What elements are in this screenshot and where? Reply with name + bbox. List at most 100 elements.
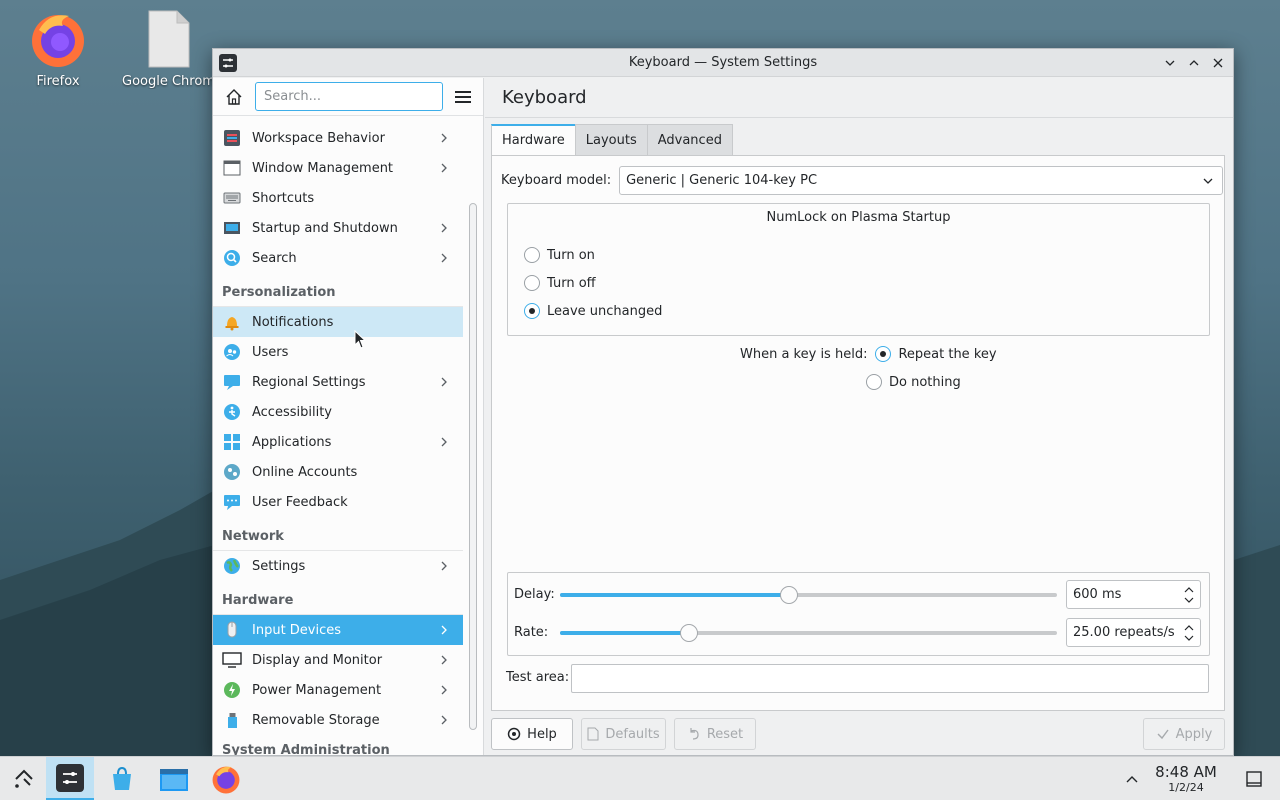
sidebar-item-label: Shortcuts: [252, 190, 315, 206]
system-settings-icon: [56, 763, 84, 792]
radio-label: Repeat the key: [898, 346, 997, 362]
defaults-button[interactable]: Defaults: [581, 718, 666, 750]
close-icon[interactable]: [1209, 54, 1227, 72]
sidebar-item-users[interactable]: Users: [213, 337, 463, 367]
applications-icon: [222, 432, 242, 452]
section-header-personalization: Personalization: [213, 273, 463, 307]
chevron-right-icon: [441, 715, 447, 725]
sidebar-item-label: Search: [252, 250, 297, 266]
numlock-turn-off-radio[interactable]: Turn off: [524, 275, 596, 291]
sidebar-item-label: Startup and Shutdown: [252, 220, 398, 236]
desktop-icon-firefox[interactable]: Firefox: [8, 8, 108, 89]
sidebar-item-power-management[interactable]: Power Management: [213, 675, 463, 705]
sidebar-item-online-accounts[interactable]: Online Accounts: [213, 457, 463, 487]
taskbar-file-manager[interactable]: [150, 757, 198, 800]
spin-arrows-icon[interactable]: [1183, 584, 1195, 606]
spin-arrows-icon[interactable]: [1183, 622, 1195, 644]
taskbar-system-settings[interactable]: [46, 757, 94, 800]
sidebar-item-search[interactable]: Search: [213, 243, 463, 273]
sidebar: Workspace Behavior Window Management Sho…: [213, 78, 484, 755]
tab-layouts[interactable]: Layouts: [574, 124, 648, 155]
taskbar-firefox[interactable]: [202, 757, 250, 800]
rate-spinbox[interactable]: 25.00 repeats/s: [1066, 618, 1201, 647]
minimize-icon[interactable]: [1161, 54, 1179, 72]
workspace-icon: [222, 128, 242, 148]
keyboard-model-label: Keyboard model:: [501, 173, 612, 188]
sidebar-item-removable-storage[interactable]: Removable Storage: [213, 705, 463, 735]
sidebar-item-workspace-behavior[interactable]: Workspace Behavior: [213, 123, 463, 153]
radio-button[interactable]: [524, 303, 540, 319]
folder-icon: [160, 769, 188, 791]
test-area-input[interactable]: [571, 664, 1209, 693]
delay-spinbox[interactable]: 600 ms: [1066, 580, 1201, 609]
users-icon: [222, 342, 242, 362]
digital-clock[interactable]: 8:48 AM 1/2/24: [1146, 763, 1226, 794]
clock-date: 1/2/24: [1168, 781, 1204, 794]
titlebar[interactable]: Keyboard — System Settings: [213, 49, 1233, 77]
search-input[interactable]: [255, 82, 443, 111]
sidebar-item-input-devices[interactable]: Input Devices: [213, 615, 463, 645]
delay-slider-handle[interactable]: [779, 586, 798, 604]
sidebar-item-display-monitor[interactable]: Display and Monitor: [213, 645, 463, 675]
test-area-label: Test area:: [506, 670, 570, 685]
apply-button[interactable]: Apply: [1143, 718, 1225, 750]
system-settings-window: Keyboard — System Settings Workspace Beh…: [212, 48, 1234, 756]
sidebar-item-shortcuts[interactable]: Shortcuts: [213, 183, 463, 213]
repeat-key-radio[interactable]: [875, 346, 892, 362]
sidebar-scrollbar[interactable]: [469, 203, 477, 730]
home-icon[interactable]: [223, 86, 245, 108]
tab-advanced[interactable]: Advanced: [646, 124, 733, 155]
desktop-icon-label: Google Chrome: [122, 74, 216, 89]
reset-button[interactable]: Reset: [674, 718, 756, 750]
show-desktop-icon[interactable]: [1232, 757, 1276, 800]
numlock-leave-unchanged-radio[interactable]: Leave unchanged: [524, 303, 662, 319]
reset-button-label: Reset: [706, 726, 744, 742]
sidebar-item-accessibility[interactable]: Accessibility: [213, 397, 463, 427]
button-bar: Help Defaults Reset Apply: [491, 718, 1227, 750]
maximize-icon[interactable]: [1185, 54, 1203, 72]
numlock-turn-on-radio[interactable]: Turn on: [524, 247, 595, 263]
key-held-row: When a key is held: Repeat the key: [740, 346, 997, 362]
help-button[interactable]: Help: [491, 718, 573, 750]
do-nothing-radio[interactable]: [866, 374, 882, 390]
content-area: Keyboard Hardware Layouts Advanced Keybo…: [485, 78, 1233, 755]
radio-button[interactable]: [524, 275, 540, 291]
accessibility-icon: [222, 402, 242, 422]
system-settings-app-icon[interactable]: [219, 53, 237, 72]
desktop-icon-google-chrome[interactable]: Google Chrome: [122, 8, 216, 89]
page-title: Keyboard: [485, 78, 1233, 118]
chevron-right-icon: [441, 163, 447, 173]
sidebar-item-label: User Feedback: [252, 494, 348, 510]
power-icon: [222, 680, 242, 700]
sidebar-item-window-management[interactable]: Window Management: [213, 153, 463, 183]
chevron-right-icon: [441, 655, 447, 665]
application-launcher-icon[interactable]: [0, 757, 48, 800]
delay-value: 600 ms: [1073, 587, 1122, 602]
section-header-system-administration: System Administration: [213, 735, 463, 755]
delay-slider[interactable]: [560, 593, 1057, 597]
do-nothing-row[interactable]: Do nothing: [866, 374, 961, 390]
slider-fill: [560, 593, 789, 597]
taskbar-discover[interactable]: [98, 757, 146, 800]
chevron-right-icon: [441, 133, 447, 143]
radio-button[interactable]: [524, 247, 540, 263]
defaults-button-label: Defaults: [605, 726, 660, 742]
sidebar-item-network-settings[interactable]: Settings: [213, 551, 463, 581]
apply-button-label: Apply: [1175, 726, 1213, 742]
sidebar-item-regional-settings[interactable]: Regional Settings: [213, 367, 463, 397]
store-icon: [113, 766, 131, 790]
sidebar-item-user-feedback[interactable]: User Feedback: [213, 487, 463, 517]
tab-hardware[interactable]: Hardware: [491, 124, 576, 155]
sidebar-item-applications[interactable]: Applications: [213, 427, 463, 457]
rate-slider[interactable]: [560, 631, 1057, 635]
hamburger-menu-icon[interactable]: [455, 87, 475, 107]
sidebar-item-label: Online Accounts: [252, 464, 358, 480]
rate-slider-handle[interactable]: [680, 624, 699, 642]
keyboard-model-combobox[interactable]: Generic | Generic 104-key PC: [619, 166, 1224, 195]
sidebar-item-notifications[interactable]: Notifications: [213, 307, 463, 337]
tab-bar: Hardware Layouts Advanced: [491, 124, 733, 155]
rate-label: Rate:: [514, 625, 549, 640]
sidebar-item-startup-shutdown[interactable]: Startup and Shutdown: [213, 213, 463, 243]
taskbar: 8:48 AM 1/2/24: [0, 756, 1280, 800]
hardware-tab-panel: Keyboard model: Generic | Generic 104-ke…: [491, 155, 1225, 711]
